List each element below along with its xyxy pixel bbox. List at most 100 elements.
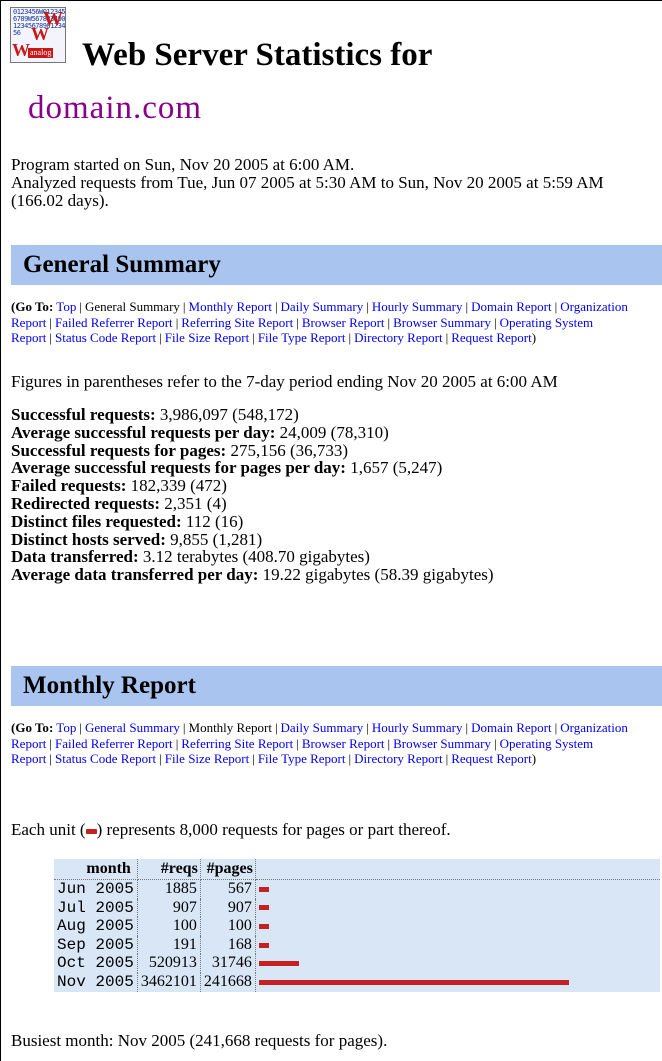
goto-link-status-code-report[interactable]: Status Code Report xyxy=(55,751,156,766)
goto-link-hourly-summary[interactable]: Hourly Summary xyxy=(372,299,463,314)
column-header-month: month xyxy=(54,859,138,880)
table-row: Jul 2005 907 907 xyxy=(54,898,660,918)
summary-value: 2,351 (4) xyxy=(164,493,227,513)
month-cell: Sep 2005 xyxy=(54,935,138,955)
goto-link-hourly-summary[interactable]: Hourly Summary xyxy=(372,720,463,735)
goto-link-file-size-report[interactable]: File Size Report xyxy=(165,330,250,345)
pages-cell: 567 xyxy=(200,879,256,899)
analog-logo-icon: 0123456W0123456789W567823490123456789012… xyxy=(10,7,66,63)
goto-link-domain-report[interactable]: Domain Report xyxy=(471,720,552,735)
goto-link-file-size-report[interactable]: File Size Report xyxy=(165,751,250,766)
summary-list: Successful requests: 3,986,097 (548,172)… xyxy=(11,406,656,584)
goto-link-browser-report[interactable]: Browser Report xyxy=(302,315,385,330)
summary-label: Average data transferred per day: xyxy=(11,565,259,585)
month-bar xyxy=(258,923,269,929)
goto-link-top[interactable]: Top xyxy=(56,299,76,314)
summary-label: Average successful requests per day: xyxy=(11,422,276,442)
month-bar xyxy=(258,905,269,911)
logo-text: analog xyxy=(28,48,54,58)
reqs-cell: 3462101 xyxy=(137,972,201,992)
goto-link-request-report[interactable]: Request Report xyxy=(451,751,532,766)
goto-link-referring-site-report[interactable]: Referring Site Report xyxy=(181,736,293,751)
goto-link-file-type-report[interactable]: File Type Report xyxy=(258,330,346,345)
goto-link-directory-report[interactable]: Directory Report xyxy=(354,330,442,345)
pages-cell: 907 xyxy=(200,898,256,918)
month-bar xyxy=(258,942,269,948)
general-summary-heading: General Summary xyxy=(23,251,221,278)
month-cell: Aug 2005 xyxy=(54,917,138,936)
table-header-row: month #reqs #pages xyxy=(54,859,660,880)
summary-row: Successful requests: 3,986,097 (548,172) xyxy=(11,406,656,424)
month-cell: Jun 2005 xyxy=(54,879,138,899)
summary-label: Successful requests: xyxy=(11,405,156,424)
goto-link-monthly-report[interactable]: Monthly Report xyxy=(189,299,272,314)
table-row: Sep 2005 191 168 xyxy=(54,935,660,955)
goto-link-status-code-report[interactable]: Status Code Report xyxy=(55,330,156,345)
bar-cell xyxy=(255,973,660,992)
goto-link-request-report[interactable]: Request Report xyxy=(451,330,532,345)
goto-link-top[interactable]: Top xyxy=(56,720,76,735)
summary-row: Average successful requests per day: 24,… xyxy=(11,422,656,442)
month-bar xyxy=(258,961,299,967)
goto-link-referring-site-report[interactable]: Referring Site Report xyxy=(181,315,293,330)
busiest-month-text: Busiest month: Nov 2005 (241,668 request… xyxy=(11,1031,388,1050)
goto-link-domain-report[interactable]: Domain Report xyxy=(471,299,552,314)
bar-cell xyxy=(255,917,660,936)
month-bar xyxy=(258,886,269,892)
domain-title: domain.com xyxy=(28,90,203,126)
summary-row: Distinct hosts served: 9,855 (1,281) xyxy=(11,529,656,549)
summary-row: Successful requests for pages: 275,156 (… xyxy=(11,440,656,460)
summary-value: 3,986,097 (548,172) xyxy=(159,405,299,424)
summary-label: Data transferred: xyxy=(11,547,139,567)
summary-value: 3.12 terabytes (408.70 gigabytes) xyxy=(142,547,370,567)
pages-cell: 241668 xyxy=(200,972,256,992)
reqs-cell: 100 xyxy=(137,917,201,936)
goto-link-daily-summary[interactable]: Daily Summary xyxy=(281,720,364,735)
analyzed-range-text: Analyzed requests from Tue, Jun 07 2005 … xyxy=(11,173,604,210)
goto-nav-monthly: (Go To: Top | General Summary | Monthly Repo… xyxy=(11,720,628,767)
summary-value: 182,339 (472) xyxy=(130,476,227,496)
month-cell: Jul 2005 xyxy=(54,898,138,918)
monthly-report-table: month #reqs #pages Jun 2005 1885 567 Jul 20… xyxy=(54,859,660,992)
goto-link-general-summary[interactable]: General Summary xyxy=(85,720,180,735)
bar-cell xyxy=(255,954,660,973)
goto-link-failed-referrer-report[interactable]: Failed Referrer Report xyxy=(55,315,173,330)
goto-link-browser-report[interactable]: Browser Report xyxy=(302,736,385,751)
month-cell: Oct 2005 xyxy=(54,954,138,973)
summary-label: Failed requests: xyxy=(11,476,127,496)
goto-link-failed-referrer-report[interactable]: Failed Referrer Report xyxy=(55,736,173,751)
summary-row: Failed requests: 182,339 (472) xyxy=(11,477,656,495)
summary-row: Data transferred: 3.12 terabytes (408.70… xyxy=(11,548,656,566)
summary-value: 112 (16) xyxy=(185,511,244,531)
goto-link-browser-summary[interactable]: Browser Summary xyxy=(393,315,491,330)
goto-link-directory-report[interactable]: Directory Report xyxy=(354,751,442,766)
summary-value: 1,657 (5,247) xyxy=(350,458,443,478)
figures-note: Figures in parentheses refer to the 7-da… xyxy=(11,372,558,391)
summary-value: 275,156 (36,733) xyxy=(230,440,349,460)
goto-link-daily-summary[interactable]: Daily Summary xyxy=(281,299,364,314)
table-row: Oct 2005 520913 31746 xyxy=(54,954,660,973)
summary-label: Distinct hosts served: xyxy=(11,529,166,549)
goto-link-browser-summary[interactable]: Browser Summary xyxy=(393,736,491,751)
summary-label: Distinct files requested: xyxy=(11,511,182,531)
reqs-cell: 191 xyxy=(137,935,201,955)
column-header-bar xyxy=(255,859,660,880)
general-summary-header: General Summary xyxy=(11,245,662,285)
summary-row: Redirected requests: 2,351 (4) xyxy=(11,495,656,513)
goto-link-file-type-report[interactable]: File Type Report xyxy=(258,751,346,766)
column-header-reqs: #reqs xyxy=(137,859,201,880)
bar-cell xyxy=(255,880,660,899)
table-row: Aug 2005 100 100 xyxy=(54,917,660,936)
summary-row: Average successful requests for pages pe… xyxy=(11,459,656,477)
monthly-report-header: Monthly Report xyxy=(11,666,662,706)
bar-cell xyxy=(255,899,660,918)
page-title: Web Server Statistics for xyxy=(82,37,433,73)
summary-value: 24,009 (78,310) xyxy=(279,422,389,442)
program-started-text: Program started on Sun, Nov 20 2005 at 6… xyxy=(11,155,355,174)
pages-cell: 100 xyxy=(200,917,256,936)
monthly-report-heading: Monthly Report xyxy=(23,672,196,699)
summary-value: 19.22 gigabytes (58.39 gigabytes) xyxy=(262,565,494,585)
pages-cell: 168 xyxy=(200,935,256,955)
goto-current-general-summary: General Summary xyxy=(84,299,180,314)
bar-cell xyxy=(255,936,660,955)
